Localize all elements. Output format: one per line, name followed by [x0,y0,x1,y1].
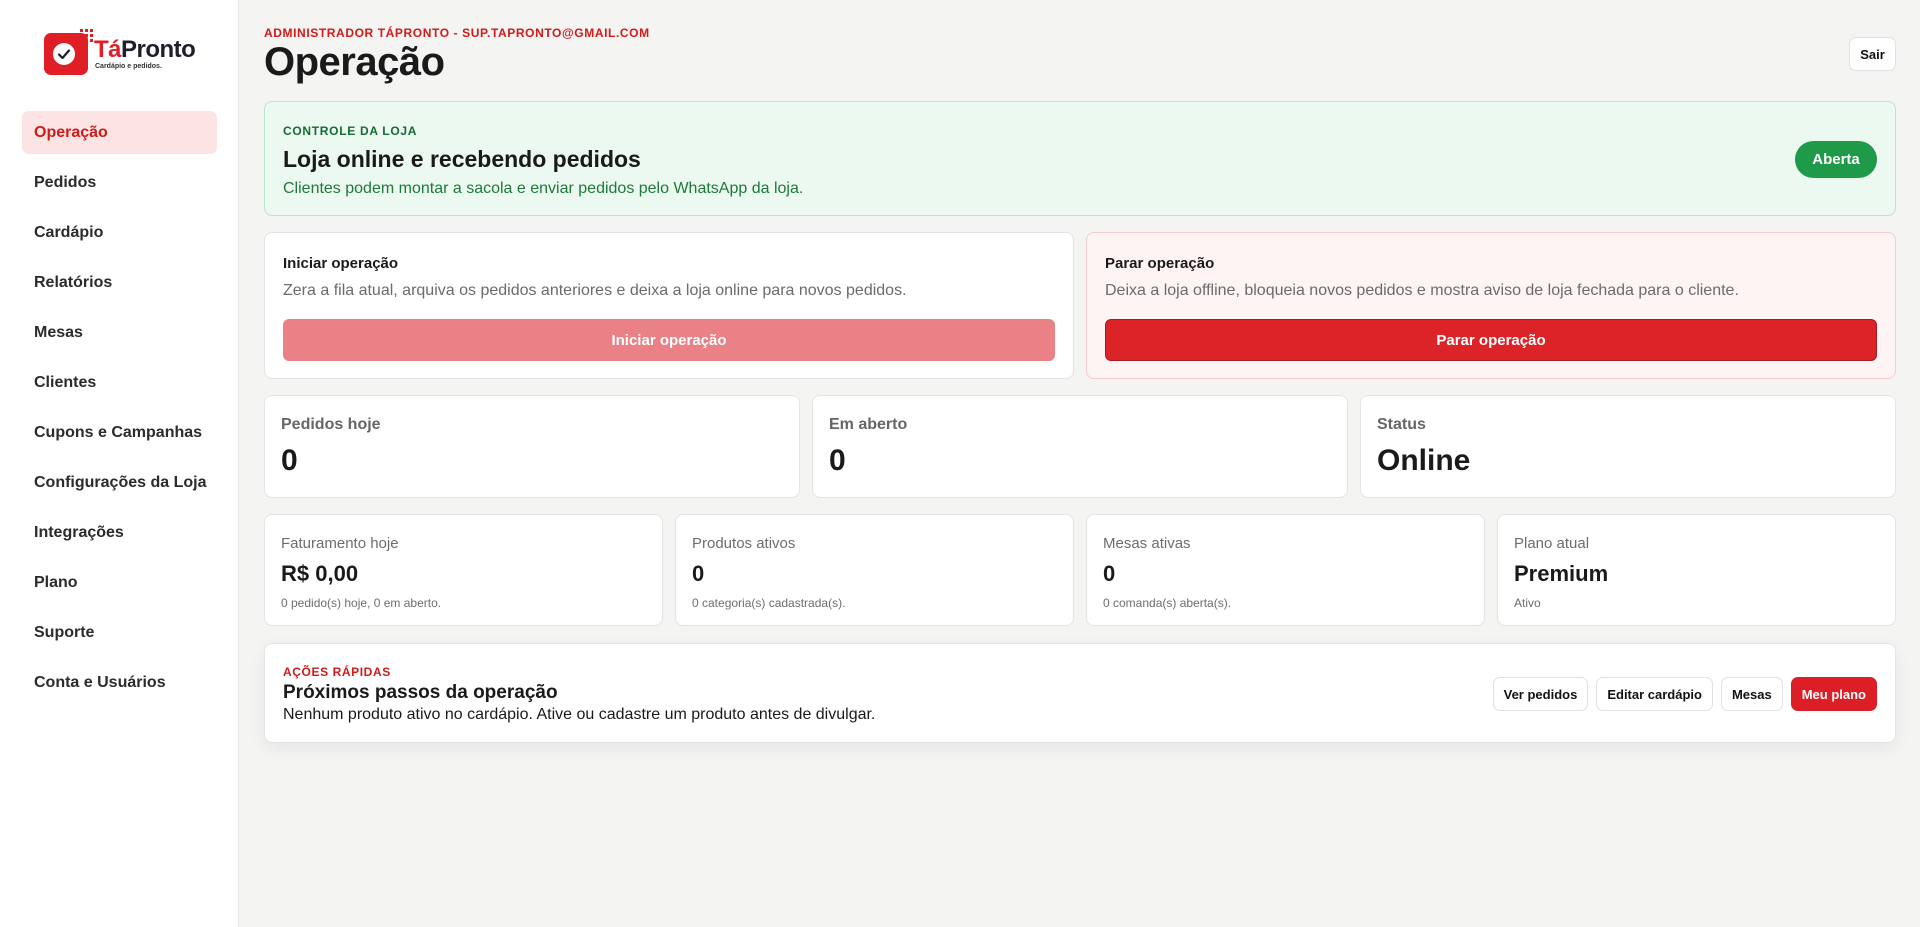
sidebar-item-operacao[interactable]: Operação [22,111,217,154]
sidebar-item-cupons[interactable]: Cupons e Campanhas [22,411,217,454]
sidebar-item-relatorios[interactable]: Relatórios [22,261,217,304]
sidebar-item-suporte[interactable]: Suporte [22,611,217,654]
metric-card-faturamento: Faturamento hoje R$ 0,00 0 pedido(s) hoj… [264,514,663,626]
sidebar: TáPronto Cardápio e pedidos. Operação Pe… [0,0,239,927]
metric-value: 0 [1103,561,1116,586]
sidebar-item-cardapio[interactable]: Cardápio [22,211,217,254]
quick-actions-panel: AÇÕES RÁPIDAS Próximos passos da operaçã… [264,643,1896,743]
logout-button[interactable]: Sair [1849,37,1896,71]
sidebar-item-conta[interactable]: Conta e Usuários [22,661,217,704]
admin-identity: ADMINISTRADOR TÁPRONTO - SUP.TAPRONTO@GM… [264,26,650,40]
metric-card-produtos: Produtos ativos 0 0 categoria(s) cadastr… [675,514,1074,626]
quick-actions-description: Nenhum produto ativo no cardápio. Ative … [283,706,876,723]
start-operation-description: Zera a fila atual, arquiva os pedidos an… [283,282,907,299]
metric-value: 0 [692,561,705,586]
sidebar-item-mesas[interactable]: Mesas [22,311,217,354]
metric-label: Produtos ativos [692,535,796,552]
metric-note: 0 categoria(s) cadastrada(s). [692,596,846,610]
view-orders-button[interactable]: Ver pedidos [1492,677,1589,711]
metric-note: 0 pedido(s) hoje, 0 em aberto. [281,596,442,610]
metric-card-mesas: Mesas ativas 0 0 comanda(s) aberta(s). [1086,514,1485,626]
sidebar-item-configuracoes[interactable]: Configurações da Loja [22,461,217,504]
store-status-description: Clientes podem montar a sacola e enviar … [283,180,804,197]
my-plan-button[interactable]: Meu plano [1790,677,1877,711]
stop-operation-description: Deixa a loja offline, bloqueia novos ped… [1105,282,1739,299]
stat-value: 0 [829,444,846,477]
sidebar-item-integracoes[interactable]: Integrações [22,511,217,554]
store-status-badge[interactable]: Aberta [1795,141,1877,178]
quick-actions-buttons: Ver pedidos Editar cardápio Mesas Meu pl… [1492,677,1877,711]
sidebar-item-plano[interactable]: Plano [22,561,217,604]
start-operation-title: Iniciar operação [283,255,399,272]
stat-card-pedidos-hoje: Pedidos hoje 0 [264,395,800,498]
store-control-label: CONTROLE DA LOJA [283,124,418,138]
edit-menu-button[interactable]: Editar cardápio [1596,677,1713,711]
stop-operation-card: Parar operação Deixa a loja offline, blo… [1086,232,1896,379]
store-status-title: Loja online e recebendo pedidos [283,146,641,172]
metric-label: Plano atual [1514,535,1590,552]
quick-actions-title: Próximos passos da operação [283,682,558,703]
page-title: Operação [264,40,445,84]
metric-label: Faturamento hoje [281,535,399,552]
brand-name: TáPronto [94,36,196,63]
logo-mark-icon [44,29,93,75]
stop-operation-button[interactable]: Parar operação [1105,319,1877,361]
metric-value: R$ 0,00 [281,561,359,586]
store-control-panel: CONTROLE DA LOJA Loja online e recebendo… [264,101,1896,216]
stat-label: Em aberto [829,416,908,433]
stat-label: Pedidos hoje [281,416,381,433]
metric-value: Premium [1514,561,1609,586]
metric-note: 0 comanda(s) aberta(s). [1103,596,1232,610]
brand-logo[interactable]: TáPronto Cardápio e pedidos. [44,29,196,75]
start-operation-card: Iniciar operação Zera a fila atual, arqu… [264,232,1074,379]
stat-value: Online [1377,444,1471,477]
stat-value: 0 [281,444,298,477]
tables-button[interactable]: Mesas [1720,677,1783,711]
sidebar-item-clientes[interactable]: Clientes [22,361,217,404]
start-operation-button[interactable]: Iniciar operação [283,319,1055,361]
metric-card-plano: Plano atual Premium Ativo [1497,514,1896,626]
sidebar-item-pedidos[interactable]: Pedidos [22,161,217,204]
brand-tagline: Cardápio e pedidos. [95,63,162,70]
stat-card-status: Status Online [1360,395,1896,498]
stat-label: Status [1377,416,1426,433]
metric-note: Ativo [1514,596,1541,610]
metric-label: Mesas ativas [1103,535,1191,552]
stat-card-em-aberto: Em aberto 0 [812,395,1348,498]
stop-operation-title: Parar operação [1105,255,1215,272]
quick-actions-label: AÇÕES RÁPIDAS [283,665,391,679]
sidebar-nav: Operação Pedidos Cardápio Relatórios Mes… [22,111,217,711]
